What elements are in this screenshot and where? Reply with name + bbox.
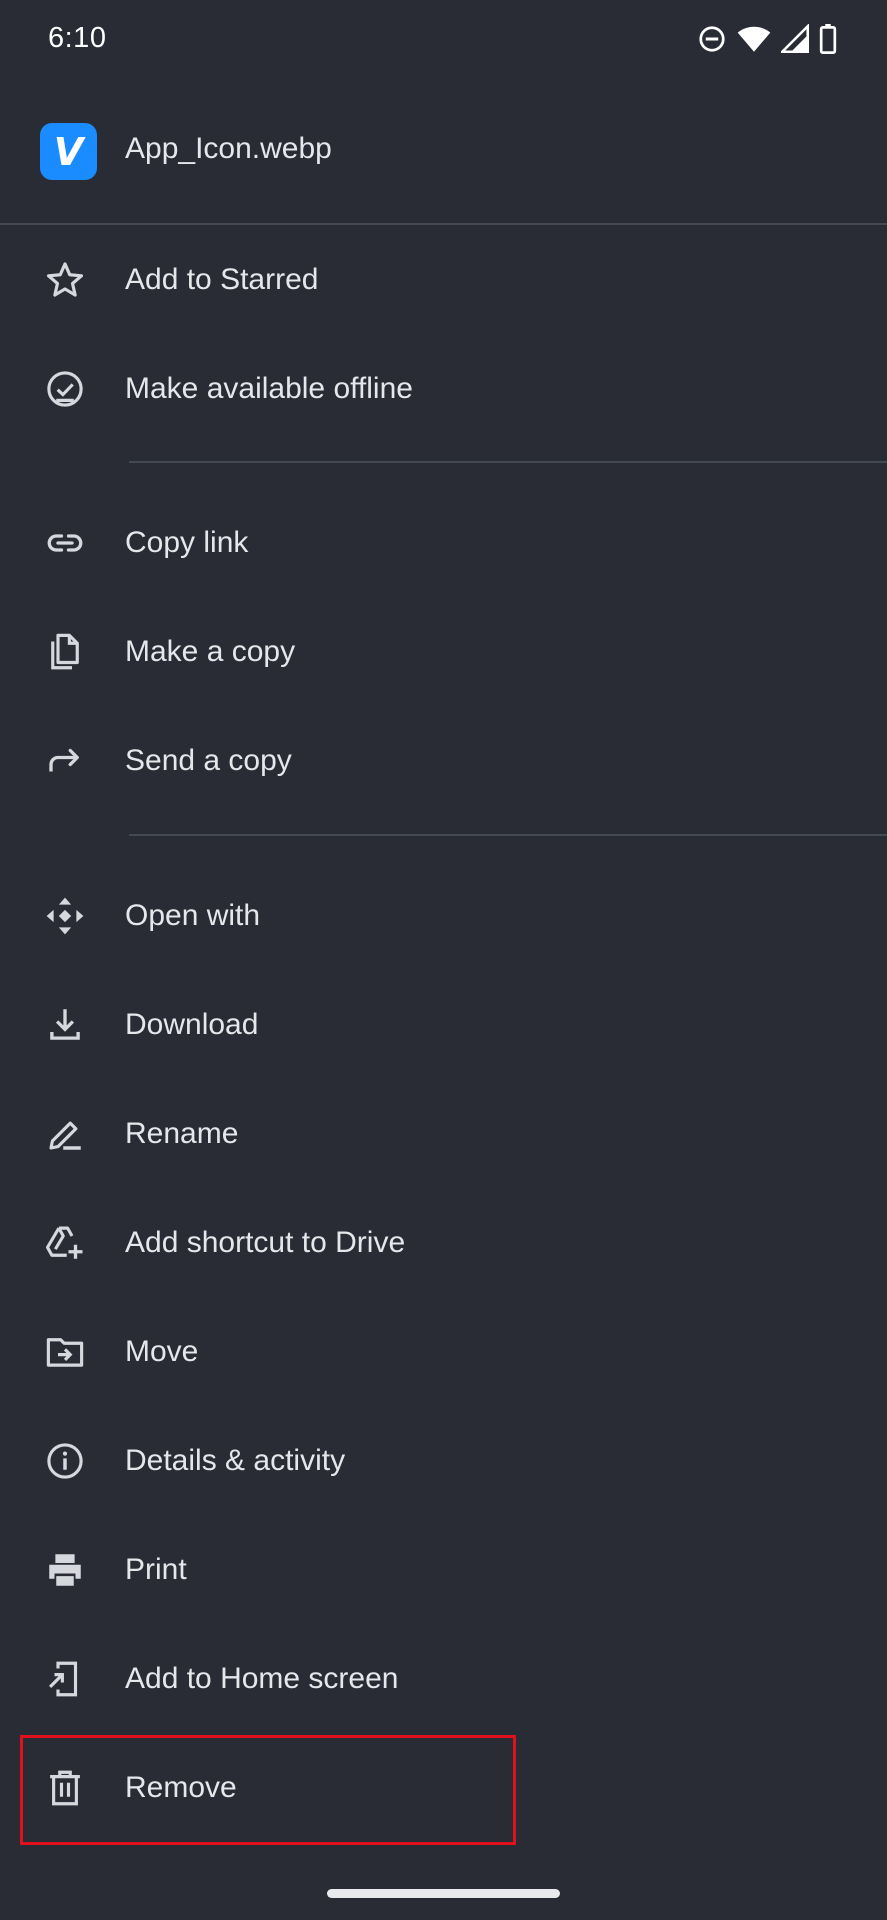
home-indicator[interactable] (327, 1889, 560, 1898)
menu-item-add-to-starred[interactable]: Add to Starred (0, 226, 887, 334)
add-to-home-icon (44, 1658, 86, 1700)
menu-label: Print (125, 1553, 187, 1586)
menu-label: Add to Home screen (125, 1662, 399, 1695)
status-bar: 6:10 (0, 0, 887, 80)
menu-item-move[interactable]: Move (0, 1298, 887, 1406)
do-not-disturb-icon (697, 24, 727, 54)
menu-label: Rename (125, 1117, 239, 1150)
menu-item-add-to-home-screen[interactable]: Add to Home screen (0, 1625, 887, 1733)
divider (0, 223, 887, 225)
divider (129, 461, 887, 463)
app-icon: V (40, 123, 97, 180)
menu-item-open-with[interactable]: Open with (0, 862, 887, 970)
wifi-icon (737, 24, 771, 54)
drive-add-icon (44, 1222, 86, 1264)
offline-check-icon (44, 368, 86, 410)
print-icon (44, 1549, 86, 1591)
menu-item-copy-link[interactable]: Copy link (0, 489, 887, 597)
download-icon (44, 1004, 86, 1046)
info-icon (44, 1440, 86, 1482)
battery-icon (819, 24, 837, 54)
open-with-icon (44, 895, 86, 937)
menu-label: Add to Starred (125, 263, 319, 296)
menu-item-make-available-offline[interactable]: Make available offline (0, 335, 887, 443)
menu-label: Download (125, 1008, 259, 1041)
status-time: 6:10 (48, 22, 107, 54)
file-name: App_Icon.webp (125, 132, 332, 165)
menu-item-add-shortcut-to-drive[interactable]: Add shortcut to Drive (0, 1189, 887, 1297)
menu-item-make-a-copy[interactable]: Make a copy (0, 598, 887, 706)
menu-item-send-a-copy[interactable]: Send a copy (0, 707, 887, 815)
menu-item-download[interactable]: Download (0, 971, 887, 1079)
menu-label: Add shortcut to Drive (125, 1226, 406, 1259)
star-icon (44, 259, 86, 301)
edit-pencil-icon (44, 1113, 86, 1155)
highlight-box (20, 1735, 516, 1845)
share-arrow-icon (44, 740, 86, 782)
signal-icon (781, 24, 809, 54)
menu-label: Make available offline (125, 372, 413, 405)
menu-item-details-activity[interactable]: Details & activity (0, 1407, 887, 1515)
status-icons (697, 24, 837, 54)
link-icon (44, 522, 86, 564)
menu-item-print[interactable]: Print (0, 1516, 887, 1624)
menu-item-rename[interactable]: Rename (0, 1080, 887, 1188)
file-header: V App_Icon.webp (0, 105, 887, 197)
move-folder-icon (44, 1331, 86, 1373)
menu-label: Details & activity (125, 1444, 346, 1477)
divider (129, 834, 887, 836)
menu-label: Move (125, 1335, 199, 1368)
copy-icon (44, 631, 86, 673)
menu-label: Open with (125, 899, 261, 932)
menu-label: Send a copy (125, 744, 292, 777)
menu-label: Make a copy (125, 635, 296, 668)
menu-label: Copy link (125, 526, 249, 559)
